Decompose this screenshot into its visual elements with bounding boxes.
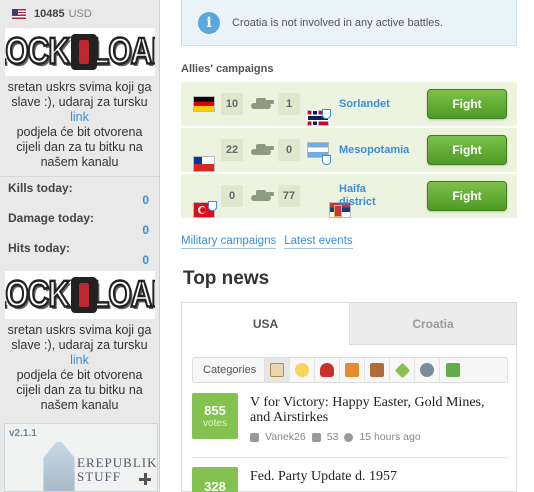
money-amount: 10485 — [34, 8, 65, 20]
right-count: 77 — [278, 185, 300, 207]
money-currency: USD — [68, 8, 92, 20]
first-steps-icon[interactable] — [265, 358, 291, 382]
page-scrollbar[interactable] — [526, 0, 534, 492]
stat-value: 0 — [142, 193, 149, 207]
campaign-region[interactable]: Sorlandet — [339, 98, 390, 111]
battle-orders-icon[interactable] — [290, 358, 316, 382]
article-divider — [192, 457, 508, 458]
stat-value: 0 — [142, 223, 149, 237]
tank-icon — [249, 188, 273, 202]
stats-block: Kills today: 0 Damage today: 0 Hits toda… — [0, 176, 159, 271]
fight-button[interactable]: Fight — [427, 181, 507, 211]
article-time: 15 hours ago — [359, 431, 421, 443]
tab-croatia[interactable]: Croatia — [349, 303, 516, 345]
latest-events-link[interactable]: Latest events — [284, 235, 353, 249]
political-icon[interactable] — [340, 358, 366, 382]
left-count: 22 — [221, 139, 243, 161]
usa-flag-icon — [12, 9, 26, 19]
article-title[interactable]: Fed. Party Update d. 1957 — [250, 469, 502, 484]
promo-text: sretan uskrs svima koji ga slave :), uda… — [0, 76, 159, 170]
lock-n-load-logo[interactable]: LOCK LOAD — [5, 28, 155, 76]
vote-count: 855 — [204, 403, 226, 418]
info-icon: i — [198, 11, 220, 34]
region-line1: Haifa — [339, 183, 366, 195]
right-count: 1 — [278, 93, 300, 115]
categories-label[interactable]: Categories — [193, 358, 266, 382]
stuff-title-line1: EREPUBLIK — [77, 455, 158, 470]
social-icon[interactable] — [390, 358, 416, 382]
article-meta: Vanek26 53 15 hours ago — [250, 431, 421, 443]
campaign-region[interactable]: Mesopotamia — [339, 144, 409, 157]
vote-count-badge[interactable]: 328 — [192, 467, 238, 492]
interviews-icon[interactable] — [415, 358, 441, 382]
plus-icon — [139, 473, 151, 485]
stat-damage: Damage today: 0 — [0, 211, 159, 241]
financial-icon[interactable] — [365, 358, 391, 382]
info-text: Croatia is not involved in any active ba… — [232, 16, 443, 29]
stat-hits: Hits today: 0 — [0, 241, 159, 271]
stat-label: Damage today: — [8, 211, 95, 225]
article-author[interactable]: Vanek26 — [265, 431, 306, 443]
erepublik-stuff-banner[interactable]: v2.1.1 EREPUBLIK STUFF — [4, 423, 158, 492]
stat-kills: Kills today: 0 — [0, 181, 159, 211]
campaign-row: 22 0 Mesopotamia Fight — [181, 128, 517, 172]
stat-label: Hits today: — [8, 241, 71, 255]
top-news-heading: Top news — [183, 268, 270, 289]
promo-text: sretan uskrs svima koji ga slave :), uda… — [0, 319, 159, 413]
stat-label: Kills today: — [8, 181, 73, 195]
fight-button[interactable]: Fight — [427, 89, 507, 119]
fun-icon[interactable] — [440, 358, 465, 382]
germany-flag-icon — [193, 96, 215, 112]
fight-button[interactable]: Fight — [427, 135, 507, 165]
shield-icon — [322, 155, 331, 165]
lock-n-load-logo[interactable]: LOCK LOAD — [5, 271, 155, 319]
region-line2: district — [339, 196, 376, 208]
stat-value: 0 — [142, 253, 149, 267]
main-content: i Croatia is not involved in any active … — [181, 0, 517, 492]
clock-icon — [344, 432, 354, 442]
military-campaigns-link[interactable]: Military campaigns — [181, 235, 277, 249]
vote-count-badge[interactable]: 855 votes — [192, 393, 238, 439]
promo-line1: sretan uskrs svima koji ga slave :), uda… — [7, 80, 152, 109]
tank-icon — [249, 142, 273, 156]
shield-icon — [208, 201, 217, 211]
article-comments[interactable]: 53 — [327, 431, 339, 443]
stuff-title-line2: STUFF — [77, 469, 122, 484]
right-count: 0 — [278, 139, 300, 161]
categories-bar: Categories — [192, 357, 508, 383]
sidebar: 10485 USD LOCK LOAD sretan uskrs svima k… — [0, 0, 160, 492]
money-row: 10485 USD — [0, 0, 159, 28]
shield-icon — [322, 109, 331, 119]
warfare-icon[interactable] — [315, 358, 341, 382]
stuff-version: v2.1.1 — [9, 428, 37, 439]
left-count: 0 — [221, 185, 243, 207]
promo-line2: podjela će bit otvorena cijeli dan za tu… — [16, 125, 143, 169]
author-icon — [250, 432, 259, 442]
info-box: i Croatia is not involved in any active … — [181, 0, 517, 46]
promo-link[interactable]: link — [4, 110, 155, 125]
chile-flag-icon — [193, 156, 215, 172]
vote-count: 328 — [204, 479, 226, 492]
campaign-row: 0 77 Haifa district Fight — [181, 174, 517, 218]
tab-usa[interactable]: USA — [182, 303, 349, 345]
campaign-links: Military campaigns Latest events — [181, 235, 353, 249]
allies-campaigns-title: Allies' campaigns — [181, 63, 274, 75]
news-panel: USA Croatia Categories 855 votes V for V… — [181, 302, 517, 492]
article-title[interactable]: V for Victory: Happy Easter, Gold Mines,… — [250, 395, 502, 425]
promo-link[interactable]: link — [4, 353, 155, 368]
promo-line2: podjela će bit otvorena cijeli dan za tu… — [16, 368, 143, 412]
tank-icon — [249, 96, 273, 110]
campaign-region[interactable]: Haifa district — [339, 183, 376, 209]
left-count: 10 — [221, 93, 243, 115]
vote-label: votes — [203, 418, 227, 429]
comments-icon — [311, 432, 321, 442]
campaign-row: 10 1 Sorlandet Fight — [181, 82, 517, 126]
promo-line1: sretan uskrs svima koji ga slave :), uda… — [7, 323, 152, 352]
